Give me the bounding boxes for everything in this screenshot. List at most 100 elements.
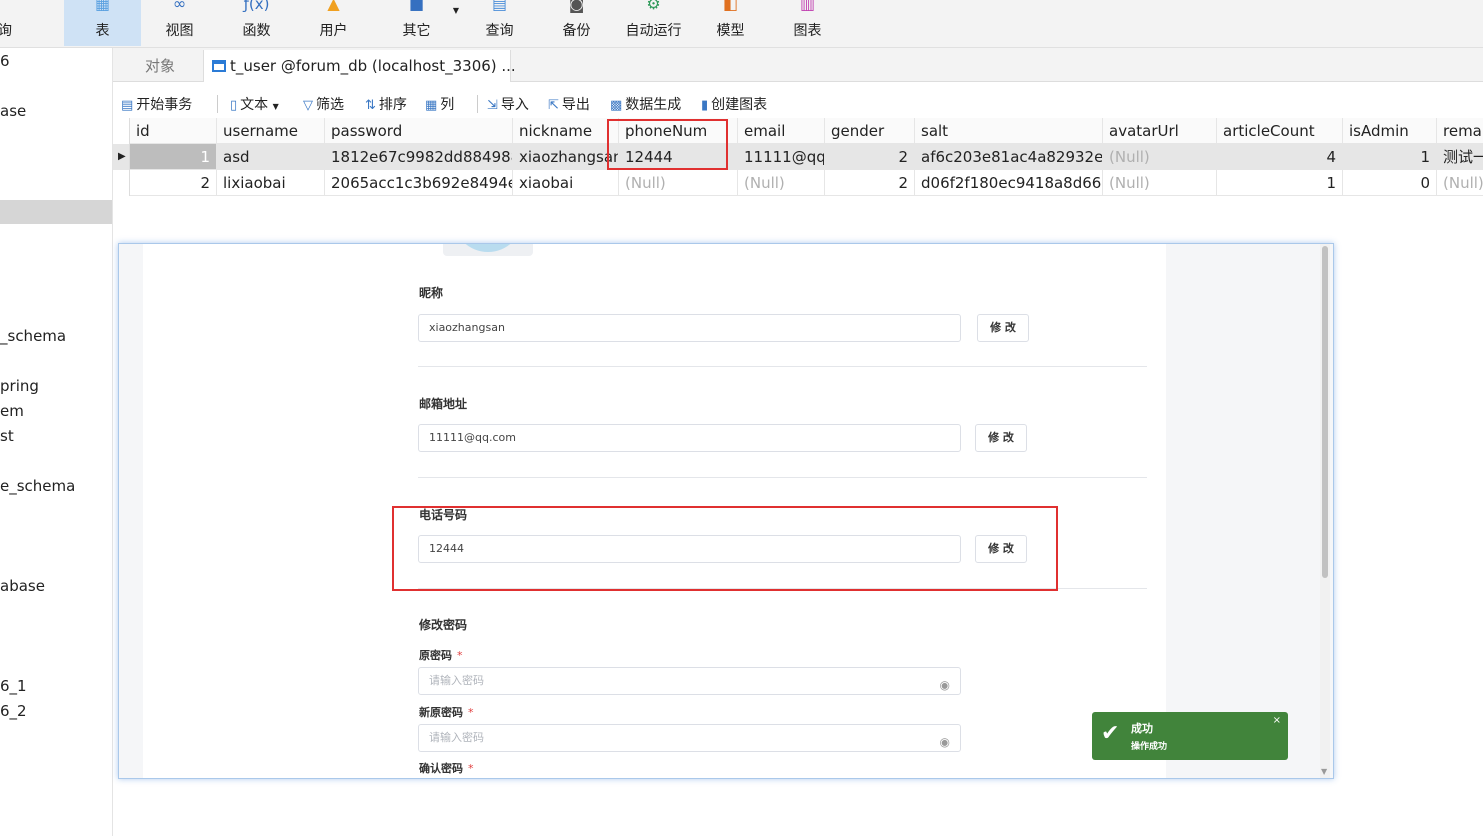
cell-username[interactable]: lixiaobai xyxy=(217,170,325,196)
column-header-username[interactable]: username xyxy=(217,118,325,144)
tree-item[interactable]: st xyxy=(0,427,14,445)
success-toast: ✔ 成功 操作成功 × xyxy=(1092,712,1288,760)
cell-email[interactable]: (Null) xyxy=(738,170,825,196)
begin-transaction-button[interactable]: ▤ 开始事务 xyxy=(121,94,192,114)
import-button[interactable]: ⇲ 导入 xyxy=(487,94,529,114)
bar-chart-icon: ▮ xyxy=(701,98,709,113)
column-header-password[interactable]: password xyxy=(325,118,513,144)
columns-button[interactable]: ▦ 列 xyxy=(425,94,454,114)
tree-item[interactable]: abase xyxy=(0,577,45,595)
cell-remark[interactable]: 测试一 xyxy=(1437,144,1483,170)
cell-salt[interactable]: af6c203e81ac4a82932e8 xyxy=(915,144,1103,170)
tree-item[interactable]: _schema xyxy=(0,327,66,345)
cell-articlecount[interactable]: 1 xyxy=(1217,170,1343,196)
column-header-articlecount[interactable]: articleCount xyxy=(1217,118,1343,144)
ribbon-item-chart[interactable]: ▥ 图表 xyxy=(769,0,846,46)
cell-isadmin[interactable]: 1 xyxy=(1343,144,1437,170)
table-icon xyxy=(212,60,226,72)
modify-email-button[interactable]: 修 改 xyxy=(975,424,1027,452)
cell-isadmin[interactable]: 0 xyxy=(1343,170,1437,196)
confirm-password-label-text: 确认密码 xyxy=(419,762,463,775)
tab-title: t_user @forum_db (localhost_3306) ... xyxy=(230,57,516,75)
ribbon-item-user[interactable]: ▲ 用户 xyxy=(295,0,372,46)
ribbon-item-automation[interactable]: ⚙ 自动运行 xyxy=(615,0,692,46)
cell-avatarurl[interactable]: (Null) xyxy=(1103,170,1217,196)
ribbon-item-query-cut[interactable]: 询 xyxy=(0,0,20,46)
ribbon-item-model[interactable]: ◧ 模型 xyxy=(692,0,769,46)
column-header-avatarurl[interactable]: avatarUrl xyxy=(1103,118,1217,144)
toast-message: 操作成功 xyxy=(1131,742,1168,752)
filter-button[interactable]: ▽ 筛选 xyxy=(303,94,344,114)
cell-username[interactable]: asd xyxy=(217,144,325,170)
view-icon: ∞ xyxy=(172,0,187,13)
column-header-email[interactable]: email xyxy=(738,118,825,144)
tree-item[interactable]: 6_2 xyxy=(0,702,27,720)
tab-t-user[interactable]: t_user @forum_db (localhost_3306) ... xyxy=(203,50,516,82)
column-header-id[interactable]: id xyxy=(130,118,217,144)
table-row[interactable]: 2 lixiaobai 2065acc1c3b692e8494e xiaobai… xyxy=(113,170,1483,196)
tree-item[interactable]: ase xyxy=(0,102,26,120)
text-button[interactable]: ▯ 文本 ▼ xyxy=(230,94,279,114)
tree-item[interactable]: 6_1 xyxy=(0,677,27,695)
cell-remark[interactable]: (Null) xyxy=(1437,170,1483,196)
email-input[interactable]: 11111@qq.com xyxy=(418,424,961,452)
cell-password[interactable]: 2065acc1c3b692e8494e xyxy=(325,170,513,196)
columns-icon: ▦ xyxy=(425,98,438,113)
modify-nickname-button[interactable]: 修 改 xyxy=(977,314,1029,342)
export-button[interactable]: ⇱ 导出 xyxy=(548,94,590,114)
ribbon-label: 视图 xyxy=(165,23,194,39)
create-chart-button[interactable]: ▮ 创建图表 xyxy=(701,94,767,114)
toolbar-divider xyxy=(477,95,478,113)
data-generation-button[interactable]: ▩ 数据生成 xyxy=(610,94,681,114)
page-scrollbar[interactable]: ▼ xyxy=(1320,244,1330,778)
scrollbar-thumb[interactable] xyxy=(1322,246,1328,578)
cell-id[interactable]: 1 xyxy=(130,144,217,170)
column-header-gender[interactable]: gender xyxy=(825,118,915,144)
tree-item[interactable]: e_schema xyxy=(0,477,75,495)
cell-avatarurl[interactable]: (Null) xyxy=(1103,144,1217,170)
close-icon[interactable]: × xyxy=(1273,715,1281,726)
cell-gender[interactable]: 2 xyxy=(825,170,915,196)
cell-articlecount[interactable]: 4 xyxy=(1217,144,1343,170)
cell-phonenum[interactable]: (Null) xyxy=(619,170,738,196)
current-row-icon: ▶ xyxy=(118,151,126,162)
cell-gender[interactable]: 2 xyxy=(825,144,915,170)
toolbar-label: 数据生成 xyxy=(625,97,682,113)
cell-salt[interactable]: d06f2f180ec9418a8d66 xyxy=(915,170,1103,196)
column-header-salt[interactable]: salt xyxy=(915,118,1103,144)
column-header-nickname[interactable]: nickname xyxy=(513,118,619,144)
ribbon-item-backup[interactable]: ◙ 备份 xyxy=(538,0,615,46)
table-row[interactable]: ▶ 1 asd 1812e67c9982dd884988 xiaozhangsa… xyxy=(113,144,1483,170)
cell-id[interactable]: 2 xyxy=(130,170,217,196)
new-password-input[interactable]: 请输入密码 ◉ xyxy=(418,724,961,752)
cell-password[interactable]: 1812e67c9982dd884988 xyxy=(325,144,513,170)
tab-objects[interactable]: 对象 xyxy=(117,50,203,82)
toolbar-label: 创建图表 xyxy=(711,97,768,113)
ribbon-item-query[interactable]: ▤ 查询 xyxy=(461,0,538,46)
column-header-remark[interactable]: rema xyxy=(1437,118,1483,144)
ribbon-item-function[interactable]: ƒ(x) 函数 xyxy=(218,0,295,46)
automation-icon: ⚙ xyxy=(646,0,661,13)
sort-button[interactable]: ⇅ 排序 xyxy=(365,94,407,114)
eye-icon[interactable]: ◉ xyxy=(940,729,950,755)
tree-item[interactable]: pring xyxy=(0,377,39,395)
toolbar-label: 排序 xyxy=(378,97,407,113)
dropdown-arrow-icon[interactable]: ▼ xyxy=(453,6,459,15)
tree-item[interactable]: em xyxy=(0,402,24,420)
new-password-label: 新原密码 * xyxy=(419,704,474,720)
ribbon-label: 模型 xyxy=(716,23,745,39)
cell-nickname[interactable]: xiaobai xyxy=(513,170,619,196)
ribbon-item-view[interactable]: ∞ 视图 xyxy=(141,0,218,46)
ribbon-label: 图表 xyxy=(793,23,822,39)
ribbon-item-table[interactable]: ▦ 表 xyxy=(64,0,141,46)
cell-nickname[interactable]: xiaozhangsan xyxy=(513,144,619,170)
export-icon: ⇱ xyxy=(548,98,559,113)
nickname-input[interactable]: xiaozhangsan xyxy=(418,314,961,342)
old-password-input[interactable]: 请输入密码 ◉ xyxy=(418,667,961,695)
cell-email[interactable]: 11111@qq xyxy=(738,144,825,170)
scroll-down-icon[interactable]: ▼ xyxy=(1321,767,1327,776)
ribbon-item-other[interactable]: ■ 其它 ▼ xyxy=(378,0,460,46)
tree-item[interactable]: 6 xyxy=(0,52,10,70)
column-header-isadmin[interactable]: isAdmin xyxy=(1343,118,1437,144)
eye-icon[interactable]: ◉ xyxy=(940,672,950,698)
